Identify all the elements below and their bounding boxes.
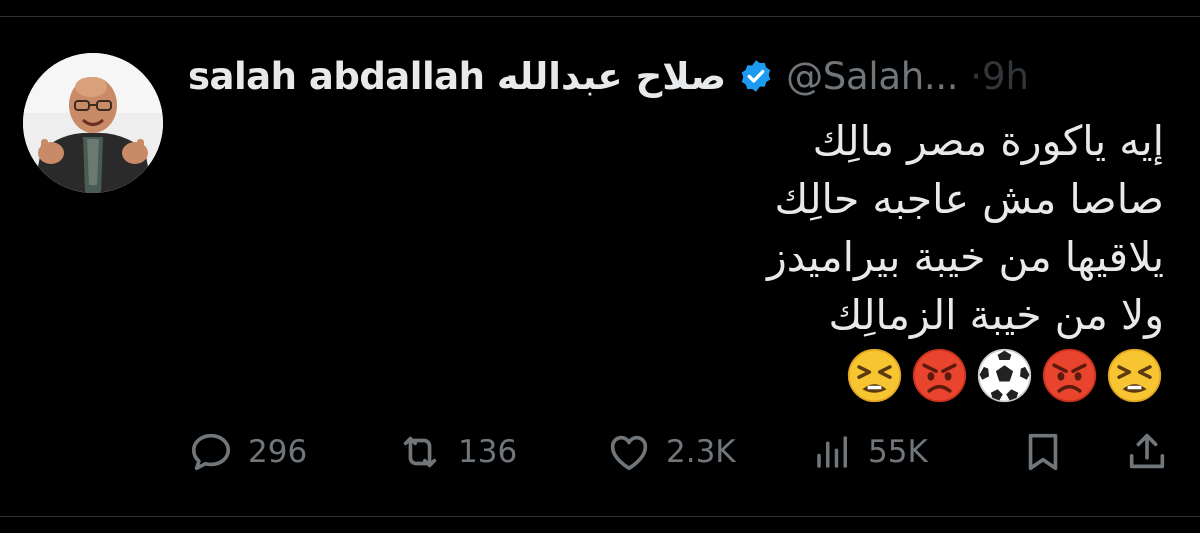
pouting-face-emoji-icon xyxy=(1042,348,1097,403)
tweet-header: salah abdallah صلاح عبدالله @Salah... ·9… xyxy=(188,50,1188,102)
reply-icon xyxy=(191,433,231,471)
like-icon xyxy=(610,435,648,471)
bookmark-button[interactable] xyxy=(1020,428,1066,476)
reply-button[interactable]: 296 xyxy=(188,428,307,476)
tweet-actions: 296 136 2.3K 55K xyxy=(0,428,1200,476)
reply-count: 296 xyxy=(248,434,308,470)
display-name[interactable]: salah abdallah صلاح عبدالله xyxy=(188,55,727,98)
repost-button[interactable]: 136 xyxy=(396,428,517,476)
views-button[interactable]: 55K xyxy=(812,428,928,476)
avatar[interactable] xyxy=(23,53,163,193)
bookmark-icon xyxy=(1028,433,1058,471)
verified-badge-icon[interactable] xyxy=(738,58,774,94)
emoji-row xyxy=(847,348,1162,403)
share-icon xyxy=(1129,433,1165,469)
timestamp[interactable]: ·9h xyxy=(970,55,1029,98)
pouting-face-emoji-icon xyxy=(912,348,967,403)
views-count: 55K xyxy=(868,434,928,470)
share-button[interactable] xyxy=(1124,428,1170,476)
tweet-line: صاصا مش عاجبه حالِك xyxy=(774,175,1164,223)
tweet-line: إيه ياكورة مصر مالِك xyxy=(812,117,1164,165)
tweet-line: يلاقيها من خيبة بيراميدز xyxy=(766,233,1164,281)
views-icon xyxy=(817,436,847,468)
user-handle[interactable]: @Salah... xyxy=(786,55,958,98)
soccer-ball-emoji-icon xyxy=(977,348,1032,403)
bottom-divider xyxy=(0,516,1200,517)
repost-icon xyxy=(403,436,437,468)
like-button[interactable]: 2.3K xyxy=(606,428,736,476)
tired-face-emoji-icon xyxy=(847,348,902,403)
tweet-text: إيه ياكورة مصر مالِك صاصا مش عاجبه حالِك… xyxy=(264,112,1164,344)
tweet-line: ولا من خيبة الزمالِك xyxy=(828,291,1164,339)
like-count: 2.3K xyxy=(666,434,736,470)
tired-face-emoji-icon xyxy=(1107,348,1162,403)
repost-count: 136 xyxy=(458,434,518,470)
top-divider xyxy=(0,16,1200,17)
